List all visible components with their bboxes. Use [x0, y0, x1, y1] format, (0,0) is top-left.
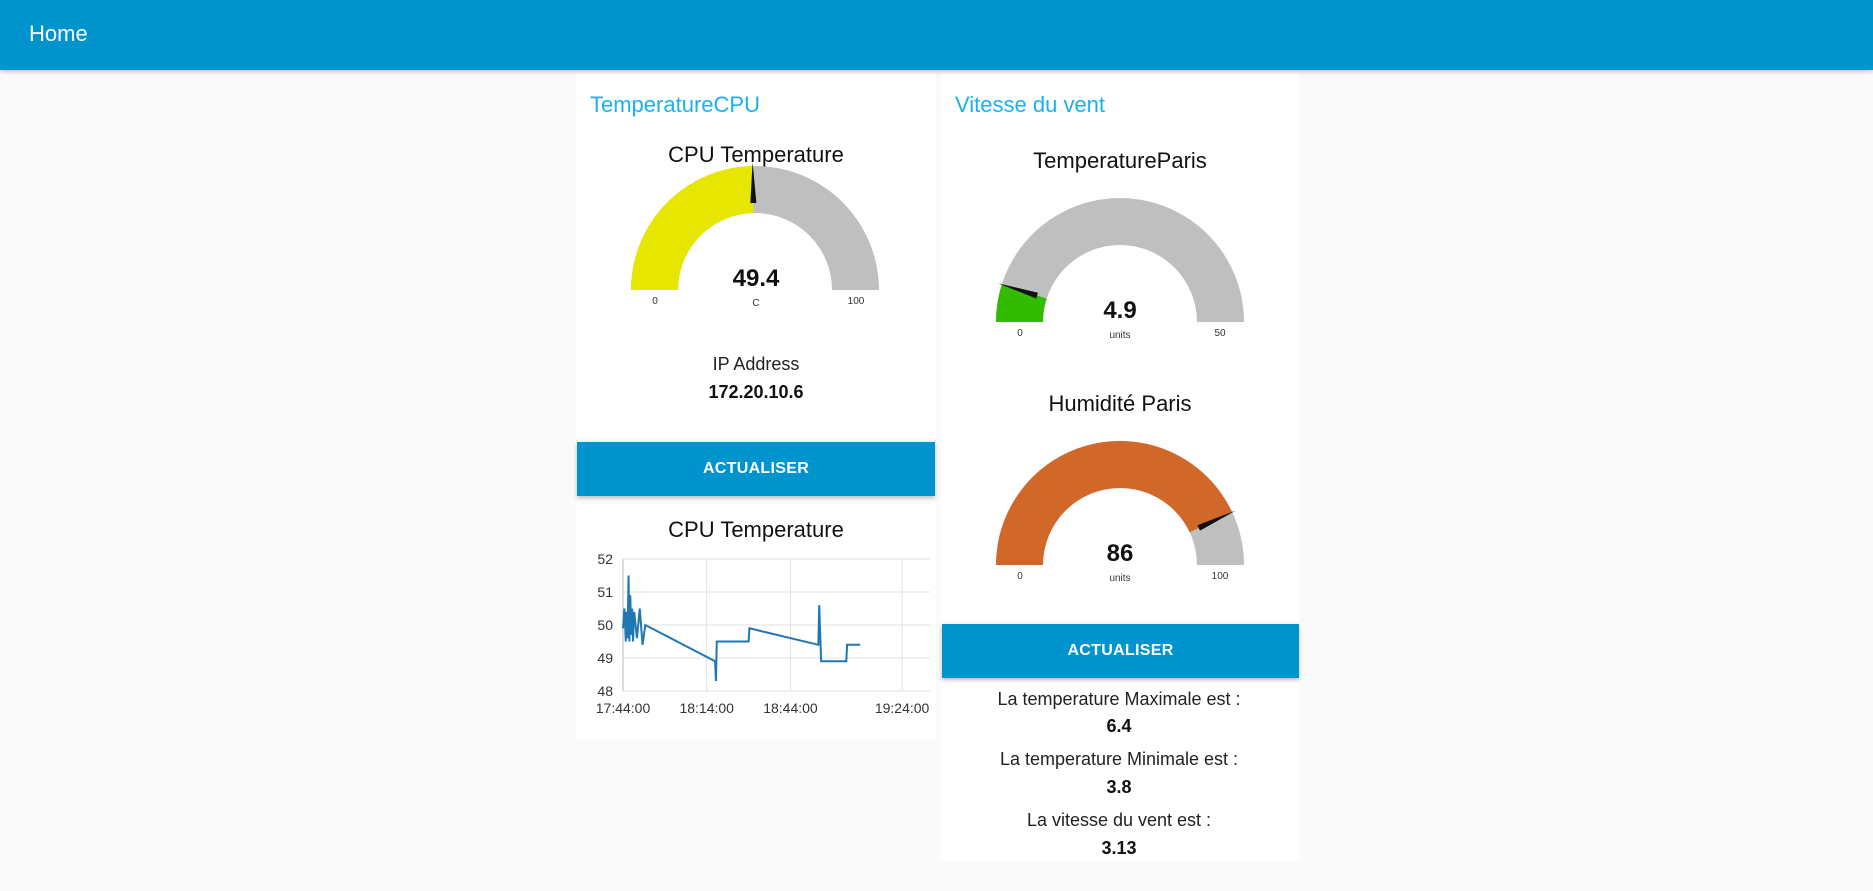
temp-gauge-unit: units	[1109, 330, 1130, 341]
group-title-temperature-cpu: TemperatureCPU	[590, 92, 760, 117]
cpu-gauge-min: 0	[652, 296, 658, 307]
chart-y-tick-label: 52	[597, 551, 613, 567]
max-temperature-value: 6.4	[1106, 716, 1132, 736]
ip-address-label: IP Address	[712, 354, 800, 374]
chart-y-tick-label: 51	[597, 584, 613, 600]
cpu-gauge-unit: C	[752, 298, 759, 309]
humidite-paris-gauge: 86 units 0 100	[996, 441, 1244, 584]
page-title: Home	[29, 21, 88, 46]
max-temperature-label: La temperature Maximale est :	[997, 689, 1241, 709]
cpu-gauge-value: 49.4	[733, 265, 780, 292]
min-temperature-value: 3.8	[1106, 777, 1132, 797]
hum-gauge-min: 0	[1017, 571, 1023, 582]
chart-y-tick-label: 49	[597, 650, 613, 666]
temp-gauge-max: 50	[1214, 328, 1226, 339]
wind-speed-value: 3.13	[1101, 838, 1137, 858]
min-temperature-label: La temperature Minimale est :	[999, 749, 1239, 769]
temperature-paris-gauge-title: TemperatureParis	[1033, 148, 1207, 173]
hum-gauge-unit: units	[1109, 573, 1130, 584]
top-bar: Home	[0, 0, 1873, 70]
chart-series-line	[622, 575, 861, 682]
cpu-chart-title: CPU Temperature	[668, 517, 844, 542]
cpu-gauge-max: 100	[848, 296, 865, 307]
hum-gauge-value: 86	[1107, 540, 1134, 567]
temperature-paris-gauge: 4.9 units 0 50	[996, 198, 1244, 341]
cpu-temperature-chart: 52 51 50 49 4817:44:00 18:14:00 18:44:00 19:24:…	[596, 551, 930, 716]
temp-gauge-value: 4.9	[1103, 297, 1136, 324]
ip-address-value: 172.20.10.6	[708, 382, 804, 402]
chart-x-tick-label: 18:44:00	[763, 700, 818, 716]
chart-y-tick-label: 50	[597, 617, 613, 633]
actualiser-button-left[interactable]: ACTUALISER	[577, 442, 935, 496]
chart-y-tick-label: 48	[597, 683, 613, 699]
temp-gauge-min: 0	[1017, 328, 1023, 339]
chart-x-tick-label: 17:44:00	[596, 700, 651, 716]
chart-x-tick-label: 18:14:00	[679, 700, 734, 716]
hum-gauge-max: 100	[1212, 571, 1229, 582]
group-title-vitesse-du-vent: Vitesse du vent	[955, 92, 1106, 117]
humidite-paris-gauge-title: Humidité Paris	[1048, 391, 1192, 416]
actualiser-button-right[interactable]: ACTUALISER	[942, 624, 1299, 678]
cpu-temperature-gauge: 49.4 C 0 100	[631, 162, 879, 309]
wind-speed-label: La vitesse du vent est :	[1026, 810, 1212, 830]
chart-x-tick-label: 19:24:00	[875, 700, 930, 716]
